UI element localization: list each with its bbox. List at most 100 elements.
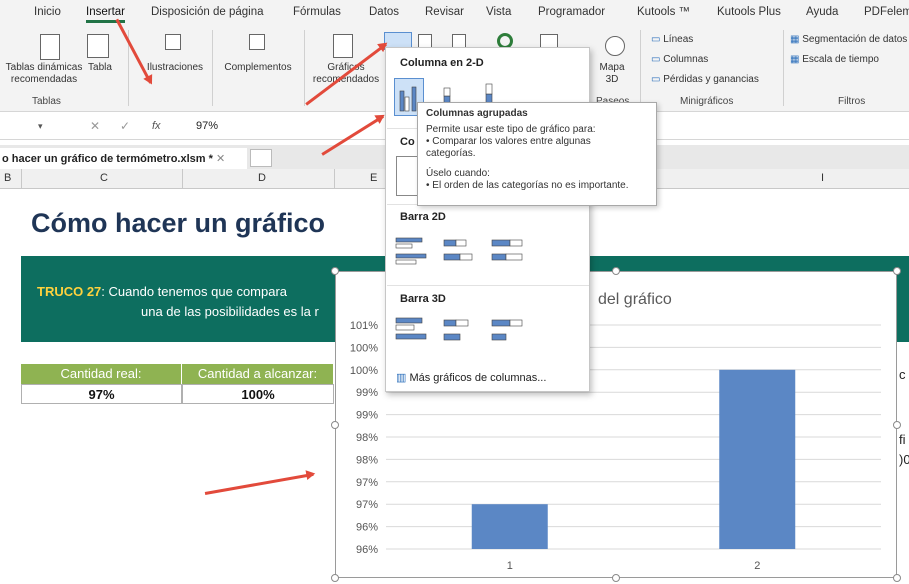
workbook-tab[interactable]: o hacer un gráfico de termómetro.xlsm * … <box>0 148 247 169</box>
tab-disposicion[interactable]: Disposición de página <box>151 6 264 18</box>
y-tick-label: 99% <box>356 387 378 399</box>
section-columna-2d: Columna en 2-D <box>400 57 484 69</box>
column-header-b[interactable]: B <box>4 172 11 184</box>
table-icon <box>87 34 109 58</box>
ribbon-tab-bar: Inicio Insertar Disposición de página Fó… <box>0 0 909 26</box>
segmentacion-button[interactable]: ▦ Segmentación de datos <box>790 34 907 46</box>
columnas-button[interactable]: ▭ Columnas <box>651 54 708 66</box>
section-columna-3d: Co <box>400 136 415 148</box>
tab-revisar[interactable]: Revisar <box>425 6 464 18</box>
formula-input[interactable]: 97% <box>196 120 218 132</box>
column-header-c[interactable]: C <box>100 172 108 184</box>
column-chart-dropdown: Columna en 2-D Co Barra 2D Barra 3D ▥ Má… <box>385 47 590 392</box>
workbook-tab-label: o hacer un gráfico de termómetro.xlsm * <box>2 153 213 165</box>
stacked100-bar-3d-option[interactable] <box>490 314 524 348</box>
stacked-bar-3d-option[interactable] <box>442 314 476 348</box>
timeline-icon: ▦ <box>790 54 803 65</box>
section-barra-3d: Barra 3D <box>400 293 446 305</box>
resize-handle[interactable] <box>331 267 339 275</box>
ribbon-separator <box>212 30 213 106</box>
column-header-d[interactable]: D <box>258 172 266 184</box>
column-3d-option[interactable] <box>396 156 418 196</box>
ribbon-separator <box>640 30 641 106</box>
waterfall-icon <box>452 34 466 48</box>
addins-icon <box>249 34 265 50</box>
perdidas-button[interactable]: ▭ Pérdidas y ganancias <box>651 74 759 86</box>
bar-chart-icon <box>418 34 432 48</box>
ribbon-separator <box>304 30 305 106</box>
more-column-charts-link[interactable]: ▥ Más gráficos de columnas... <box>396 371 546 384</box>
clustered-column-tooltip: Columnas agrupadas Permite usar este tip… <box>417 102 657 206</box>
resize-handle[interactable] <box>612 574 620 582</box>
resize-handle[interactable] <box>331 421 339 429</box>
tab-kutools[interactable]: Kutools ™ <box>637 6 690 18</box>
y-tick-label: 97% <box>356 477 378 489</box>
y-tick-label: 97% <box>356 499 378 511</box>
tab-kutools-plus[interactable]: Kutools Plus <box>717 6 781 18</box>
resize-handle[interactable] <box>612 267 620 275</box>
illustrations-icon <box>165 34 181 50</box>
column-header-e[interactable]: E <box>370 172 377 184</box>
tooltip-line: categorías. <box>426 148 476 159</box>
tablas-dinamicas-button[interactable]: Tablas dinámicas recomendadas <box>4 62 84 86</box>
resize-handle[interactable] <box>893 267 901 275</box>
value-cantidad-alcanzar[interactable]: 100% <box>182 384 334 404</box>
tooltip-line: • El orden de las categorías no es impor… <box>426 180 629 191</box>
x-tick-label: 2 <box>754 560 760 572</box>
column-chart-icon: ▥ <box>396 372 410 384</box>
lineas-button[interactable]: ▭ Líneas <box>651 34 693 46</box>
tab-inicio[interactable]: Inicio <box>34 6 61 18</box>
tab-insertar[interactable]: Insertar <box>86 6 125 23</box>
cell-fragment: )0 <box>899 452 909 467</box>
tab-programador[interactable]: Programador <box>538 6 605 18</box>
tab-ayuda[interactable]: Ayuda <box>806 6 838 18</box>
close-tab-icon[interactable]: ✕ <box>216 153 225 165</box>
tab-vista[interactable]: Vista <box>486 6 511 18</box>
cancel-icon[interactable]: ✕ <box>90 119 100 133</box>
enter-icon[interactable]: ✓ <box>120 119 130 133</box>
escala-button[interactable]: ▦ Escala de tiempo <box>790 54 879 66</box>
map3d-icon <box>605 36 625 56</box>
header-cantidad-real[interactable]: Cantidad real: <box>21 364 182 384</box>
resize-handle[interactable] <box>893 421 901 429</box>
y-tick-label: 99% <box>356 410 378 422</box>
stacked100-bar-option[interactable] <box>490 234 524 268</box>
column-divider <box>334 169 335 189</box>
resize-handle[interactable] <box>893 574 901 582</box>
tooltip-line: Úselo cuando: <box>426 168 490 179</box>
dropdown-divider <box>387 285 589 286</box>
stacked-bar-option[interactable] <box>442 234 476 268</box>
tabla-button[interactable]: Tabla <box>85 62 115 74</box>
ilustraciones-button[interactable]: Ilustraciones <box>140 62 210 74</box>
stacked-bar-icon <box>443 239 473 261</box>
y-tick-label: 100% <box>350 342 378 354</box>
header-cantidad-alcanzar[interactable]: Cantidad a alcanzar: <box>182 364 334 384</box>
chart-bar <box>471 504 548 549</box>
pivot-table-icon <box>40 34 60 60</box>
recommended-charts-icon <box>333 34 353 58</box>
clustered-bar-option[interactable] <box>394 234 428 268</box>
column-header-i[interactable]: I <box>821 172 824 184</box>
group-label-filtros: Filtros <box>838 96 866 107</box>
group-label-minigraficos: Minigráficos <box>680 96 734 107</box>
clustered-bar-3d-option[interactable] <box>394 314 428 348</box>
clustered-bar-3d-icon <box>395 317 427 340</box>
tab-formulas[interactable]: Fórmulas <box>293 6 341 18</box>
annotation-arrow <box>204 472 314 495</box>
complementos-button[interactable]: Complementos <box>218 62 298 74</box>
namebox-dropdown-icon[interactable]: ▾ <box>38 121 43 132</box>
new-tab-button[interactable] <box>250 149 272 167</box>
cell-fragment: fi <box>899 432 906 447</box>
function-icon[interactable]: fx <box>152 120 161 132</box>
tab-pdfelement[interactable]: PDFelement <box>864 6 909 18</box>
tab-datos[interactable]: Datos <box>369 6 399 18</box>
clustered-bar-icon <box>395 237 427 265</box>
chart-bar <box>719 369 796 549</box>
y-tick-label: 98% <box>356 432 378 444</box>
stacked100-bar-3d-icon <box>491 319 523 341</box>
value-cantidad-real[interactable]: 97% <box>21 384 182 404</box>
stacked100-bar-icon <box>491 239 523 261</box>
resize-handle[interactable] <box>331 574 339 582</box>
mapa3d-button[interactable]: Mapa 3D <box>592 62 632 86</box>
y-tick-label: 98% <box>356 454 378 466</box>
